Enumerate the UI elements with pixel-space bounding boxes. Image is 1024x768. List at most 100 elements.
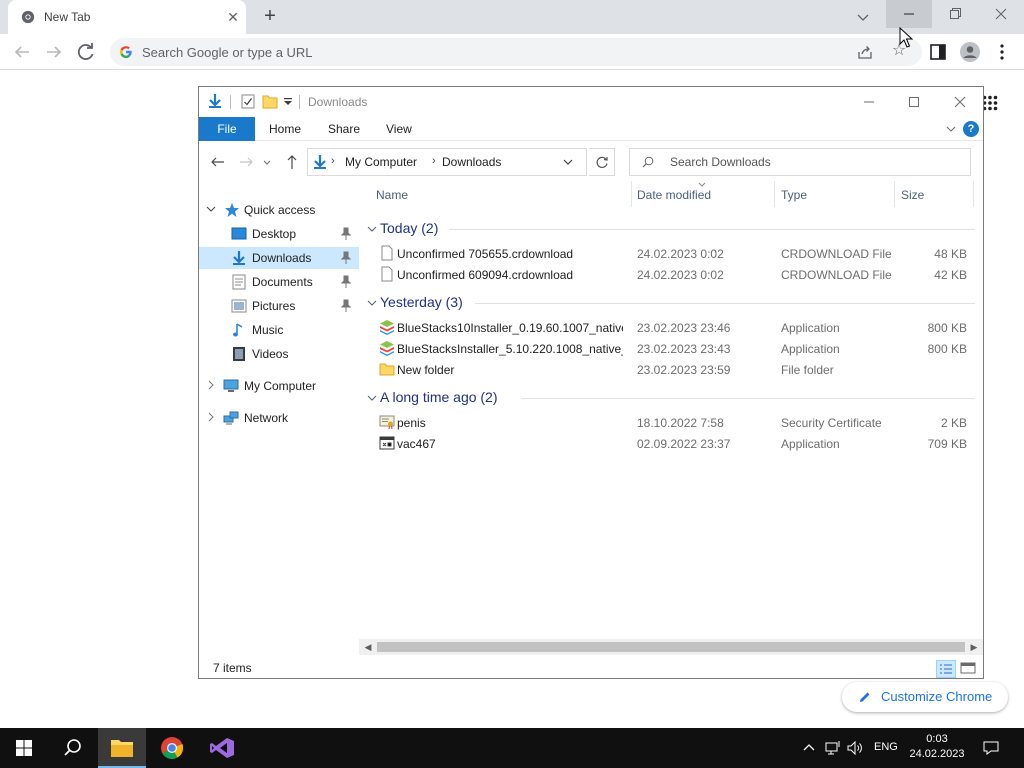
properties-icon[interactable] (241, 94, 255, 109)
column-divider[interactable] (894, 181, 895, 207)
column-type[interactable]: Type (781, 188, 807, 202)
group-header-yesterday[interactable]: Yesterday (3) (367, 292, 975, 314)
start-button[interactable] (0, 728, 48, 768)
profile-avatar-icon[interactable] (958, 40, 982, 64)
taskbar-visual-studio[interactable] (198, 728, 246, 768)
taskbar-chrome[interactable] (148, 728, 196, 768)
restore-button[interactable] (932, 0, 978, 28)
breadcrumb-my-computer[interactable]: My Computer (345, 155, 417, 169)
share-icon[interactable] (857, 44, 873, 60)
explorer-maximize-button[interactable] (903, 91, 925, 113)
tab-new-tab[interactable]: New Tab ✕ (8, 0, 246, 34)
group-label: A long time ago (2) (380, 389, 498, 405)
expand-ribbon-icon[interactable] (945, 123, 957, 135)
new-tab-button[interactable]: + (258, 5, 282, 29)
close-tab-icon[interactable]: ✕ (225, 9, 241, 25)
network-status-icon[interactable] (824, 739, 842, 757)
search-downloads-input[interactable]: Search Downloads (629, 148, 971, 176)
file-row[interactable]: BlueStacks10Installer_0.19.60.1007_nativ… (359, 317, 975, 338)
chevron-down-icon[interactable] (206, 204, 216, 214)
file-row[interactable]: New folder 23.02.2023 23:59 File folder (359, 359, 975, 380)
forward-icon[interactable] (42, 40, 66, 64)
chevron-right-icon[interactable] (206, 412, 216, 422)
nav-documents[interactable]: Documents (199, 271, 359, 293)
side-panel-icon[interactable] (926, 40, 950, 64)
chevron-right-icon[interactable] (206, 380, 216, 390)
ribbon-tab-home[interactable]: Home (269, 117, 301, 141)
nav-videos[interactable]: Videos (199, 343, 359, 365)
minimize-button[interactable] (886, 0, 932, 28)
nav-label-desktop: Desktop (252, 227, 297, 241)
column-date-modified[interactable]: Date modified (637, 188, 711, 202)
chevron-down-icon[interactable] (367, 224, 377, 234)
nav-my-computer[interactable]: My Computer (199, 375, 359, 397)
column-divider[interactable] (774, 181, 775, 207)
notifications-icon[interactable] (982, 739, 1000, 757)
file-row[interactable]: BlueStacksInstaller_5.10.220.1008_native… (359, 338, 975, 359)
breadcrumb-chevron-icon[interactable]: › (331, 155, 335, 167)
forward-arrow-icon[interactable] (237, 153, 255, 171)
taskbar-file-explorer[interactable] (98, 728, 146, 768)
nav-network[interactable]: Network (199, 407, 359, 429)
address-dropdown-icon[interactable] (563, 157, 573, 167)
customize-qat-icon[interactable] (283, 98, 293, 106)
sort-arrow-icon (698, 182, 706, 187)
close-window-button[interactable] (978, 0, 1024, 28)
pin-icon[interactable] (341, 227, 351, 241)
tab-search-icon[interactable] (852, 6, 874, 28)
new-folder-icon[interactable] (262, 94, 278, 109)
volume-icon[interactable] (846, 739, 864, 757)
nav-desktop[interactable]: Desktop (199, 223, 359, 245)
nav-quick-access[interactable]: Quick access (199, 199, 359, 221)
refresh-button[interactable] (589, 148, 615, 176)
ribbon-tab-file[interactable]: File (199, 117, 255, 141)
file-date: 18.10.2022 7:58 (637, 416, 724, 430)
recent-locations-icon[interactable] (262, 153, 272, 171)
back-arrow-icon[interactable] (209, 153, 227, 171)
chevron-down-icon[interactable] (367, 393, 377, 403)
file-row[interactable]: vac467 02.09.2022 23:37 Application 709 … (359, 433, 975, 454)
scroll-right-icon[interactable]: ▶ (968, 641, 980, 653)
column-divider[interactable] (973, 181, 974, 207)
explorer-minimize-button[interactable] (858, 91, 880, 113)
nav-pictures[interactable]: Pictures (199, 295, 359, 317)
taskbar-search-button[interactable] (48, 728, 96, 768)
ribbon-tab-share[interactable]: Share (328, 117, 360, 141)
pin-icon[interactable] (341, 275, 351, 289)
scrollbar-thumb[interactable] (377, 642, 965, 652)
pin-icon[interactable] (341, 299, 351, 313)
nav-music[interactable]: Music (199, 319, 359, 341)
column-name[interactable]: Name (376, 188, 408, 202)
explorer-close-button[interactable] (949, 91, 971, 113)
column-size[interactable]: Size (901, 188, 924, 202)
omnibox[interactable]: Search Google or type a URL ☆ (110, 38, 922, 66)
chevron-down-icon[interactable] (367, 298, 377, 308)
chrome-menu-icon[interactable] (990, 40, 1014, 64)
breadcrumb-downloads[interactable]: Downloads (442, 155, 501, 169)
group-header-today[interactable]: Today (2) (367, 218, 975, 240)
ribbon-tab-view[interactable]: View (386, 117, 412, 141)
file-row[interactable]: Unconfirmed 705655.crdownload 24.02.2023… (359, 243, 975, 264)
breadcrumb-chevron-icon[interactable]: › (432, 155, 436, 167)
clock-time: 0:03 (926, 733, 948, 745)
nav-downloads[interactable]: Downloads (199, 247, 359, 269)
group-header-long-time-ago[interactable]: A long time ago (2) (367, 387, 975, 409)
horizontal-scrollbar[interactable]: ◀ ▶ (359, 639, 983, 655)
details-view-button[interactable] (936, 660, 956, 678)
input-language[interactable]: ENG (874, 741, 898, 753)
show-hidden-icons-icon[interactable] (800, 739, 818, 757)
file-row[interactable]: penis 18.10.2022 7:58 Security Certifica… (359, 412, 975, 433)
up-arrow-icon[interactable] (283, 153, 301, 171)
reload-icon[interactable] (74, 40, 98, 64)
customize-chrome-button[interactable]: Customize Chrome (842, 682, 1008, 712)
column-divider[interactable] (631, 181, 632, 207)
large-icons-view-button[interactable] (959, 660, 979, 678)
scroll-left-icon[interactable]: ◀ (362, 641, 374, 653)
back-icon[interactable] (10, 40, 34, 64)
file-row[interactable]: Unconfirmed 609094.crdownload 24.02.2023… (359, 264, 975, 285)
help-icon[interactable]: ? (963, 121, 979, 137)
google-apps-icon[interactable] (982, 95, 998, 111)
pin-icon[interactable] (341, 251, 351, 265)
clock[interactable]: 0:03 24.02.2023 (904, 732, 970, 762)
address-bar[interactable]: › My Computer › Downloads (307, 148, 587, 176)
